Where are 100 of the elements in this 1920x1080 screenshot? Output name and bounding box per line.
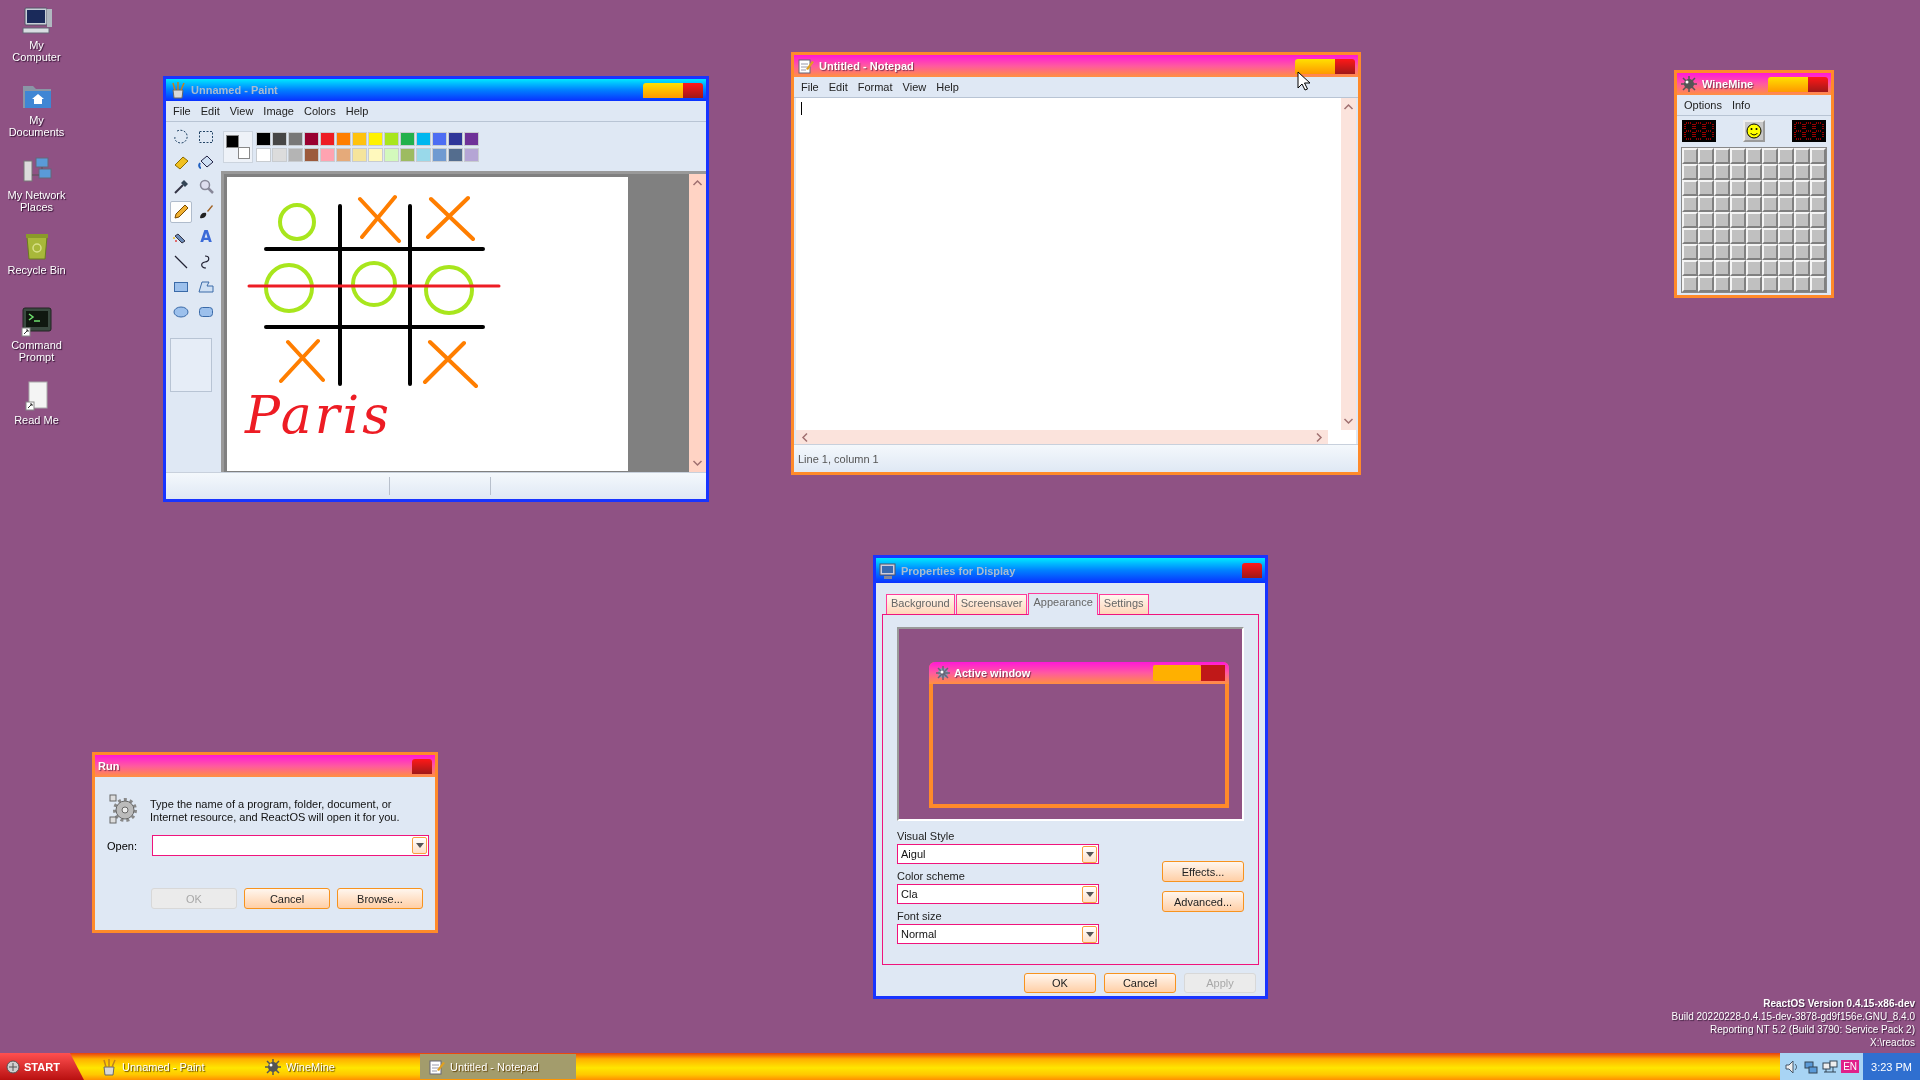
mine-cell[interactable] <box>1810 276 1826 292</box>
mine-cell[interactable] <box>1810 228 1826 244</box>
mine-cell[interactable] <box>1762 244 1778 260</box>
mine-cell[interactable] <box>1698 164 1714 180</box>
mine-cell[interactable] <box>1762 228 1778 244</box>
mine-cell[interactable] <box>1746 180 1762 196</box>
mine-cell[interactable] <box>1714 276 1730 292</box>
scroll-up-button[interactable] <box>692 179 703 187</box>
mine-cell[interactable] <box>1810 244 1826 260</box>
scroll-up-button[interactable] <box>1343 103 1354 111</box>
mine-cell[interactable] <box>1778 196 1794 212</box>
mine-cell[interactable] <box>1762 148 1778 164</box>
mine-cell[interactable] <box>1762 276 1778 292</box>
mine-cell[interactable] <box>1810 180 1826 196</box>
mine-cell[interactable] <box>1794 244 1810 260</box>
mine-cell[interactable] <box>1746 276 1762 292</box>
scroll-down-button[interactable] <box>692 459 703 467</box>
mine-cell[interactable] <box>1730 212 1746 228</box>
mine-cell[interactable] <box>1778 164 1794 180</box>
mine-cell[interactable] <box>1698 148 1714 164</box>
mine-cell[interactable] <box>1682 212 1698 228</box>
scroll-left-button[interactable] <box>801 431 809 443</box>
title-bar[interactable]: WineMine <box>1677 73 1831 95</box>
clock[interactable]: 3:23 PM <box>1863 1053 1920 1080</box>
mine-cell[interactable] <box>1746 228 1762 244</box>
mine-cell[interactable] <box>1762 196 1778 212</box>
mine-cell[interactable] <box>1778 276 1794 292</box>
mine-cell[interactable] <box>1714 180 1730 196</box>
title-bar[interactable]: Untitled - Notepad <box>794 55 1358 77</box>
mine-cell[interactable] <box>1730 260 1746 276</box>
mine-cell[interactable] <box>1730 164 1746 180</box>
icon-label[interactable]: My Computer <box>5 39 68 63</box>
minimize-button[interactable] <box>1768 76 1788 92</box>
mine-cell[interactable] <box>1746 244 1762 260</box>
network-icon[interactable] <box>1803 1058 1820 1075</box>
close-button[interactable] <box>683 82 703 98</box>
menu-item[interactable]: Info <box>1726 99 1756 111</box>
mine-cell[interactable] <box>1698 180 1714 196</box>
mine-cell[interactable] <box>1714 228 1730 244</box>
mine-cell[interactable] <box>1778 228 1794 244</box>
mine-cell[interactable] <box>1730 244 1746 260</box>
mine-cell[interactable] <box>1698 276 1714 292</box>
mine-cell[interactable] <box>1778 260 1794 276</box>
mine-cell[interactable] <box>1746 148 1762 164</box>
mine-cell[interactable] <box>1746 260 1762 276</box>
mine-cell[interactable] <box>1810 148 1826 164</box>
mine-cell[interactable] <box>1746 164 1762 180</box>
menu-item[interactable]: Format <box>852 81 898 93</box>
mine-cell[interactable] <box>1730 276 1746 292</box>
mine-cell[interactable] <box>1682 180 1698 196</box>
mine-cell[interactable] <box>1682 228 1698 244</box>
command-field[interactable] <box>152 835 429 856</box>
mine-cell[interactable] <box>1714 212 1730 228</box>
close-button[interactable] <box>1335 58 1355 74</box>
mine-cell[interactable] <box>1698 212 1714 228</box>
mine-cell[interactable] <box>1810 196 1826 212</box>
scroll-down-button[interactable] <box>1343 417 1354 425</box>
monitors-icon[interactable] <box>1822 1058 1839 1075</box>
mine-cell[interactable] <box>1698 244 1714 260</box>
mine-cell[interactable] <box>1682 260 1698 276</box>
icon-label[interactable]: My Network Places <box>5 189 68 213</box>
mine-cell[interactable] <box>1714 260 1730 276</box>
computer-icon[interactable] <box>20 5 53 37</box>
mine-cell[interactable] <box>1794 196 1810 212</box>
mine-cell[interactable] <box>1682 244 1698 260</box>
language-indicator[interactable]: EN <box>1841 1060 1860 1073</box>
icon-label[interactable]: Command Prompt <box>5 339 68 363</box>
mine-cell[interactable] <box>1794 212 1810 228</box>
mine-cell[interactable] <box>1762 260 1778 276</box>
close-button[interactable] <box>1808 76 1828 92</box>
terminal-icon[interactable] <box>20 305 53 337</box>
mine-cell[interactable] <box>1714 196 1730 212</box>
menu-item[interactable]: Help <box>931 81 964 93</box>
mine-cell[interactable] <box>1714 164 1730 180</box>
mine-cell[interactable] <box>1762 212 1778 228</box>
mine-cell[interactable] <box>1682 164 1698 180</box>
icon-label[interactable]: My Documents <box>5 114 68 138</box>
menu-item[interactable]: View <box>897 81 932 93</box>
maximize-button[interactable] <box>1788 76 1808 92</box>
mine-cell[interactable] <box>1762 164 1778 180</box>
mine-cell[interactable] <box>1810 164 1826 180</box>
vertical-scrollbar[interactable] <box>1341 98 1356 430</box>
mine-cell[interactable] <box>1794 148 1810 164</box>
mine-cell[interactable] <box>1746 212 1762 228</box>
menu-item[interactable]: File <box>796 81 824 93</box>
start-button[interactable]: START <box>0 1053 84 1080</box>
mine-cell[interactable] <box>1778 148 1794 164</box>
mine-cell[interactable] <box>1698 196 1714 212</box>
smiley-button[interactable] <box>1743 120 1765 142</box>
mine-cell[interactable] <box>1698 228 1714 244</box>
icon-label[interactable]: Recycle Bin <box>5 264 68 276</box>
menu-item[interactable]: Options <box>1679 99 1727 111</box>
mine-cell[interactable] <box>1778 212 1794 228</box>
mine-cell[interactable] <box>1778 180 1794 196</box>
mine-cell[interactable] <box>1730 196 1746 212</box>
mine-cell[interactable] <box>1762 180 1778 196</box>
mine-cell[interactable] <box>1730 148 1746 164</box>
close-button[interactable] <box>1242 563 1262 578</box>
button[interactable]: Browse... <box>337 888 423 909</box>
mine-cell[interactable] <box>1778 244 1794 260</box>
